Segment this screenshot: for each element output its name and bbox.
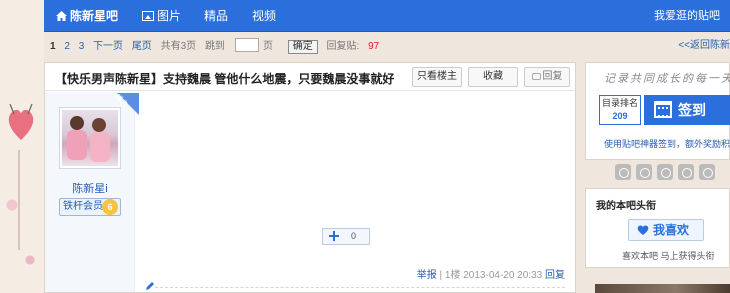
floor-number: 1楼 [444, 270, 461, 281]
reply-link[interactable]: 回复 [545, 270, 565, 281]
like-bar-button[interactable]: 我喜欢 [628, 219, 704, 241]
like-count: 0 [351, 231, 357, 241]
plus-icon [329, 231, 339, 241]
jump-label: 跳到页 [205, 38, 279, 52]
decoration-line [18, 150, 20, 250]
back-to-bar-link[interactable]: <<返回陈新 [678, 38, 730, 54]
reply-count-text: 回复贴: 97 [326, 41, 380, 52]
rank-label: 目录排名 [601, 98, 638, 108]
favorite-button[interactable]: 收藏 [468, 67, 518, 87]
heart-decoration-icon [8, 103, 34, 140]
home-icon [56, 11, 67, 21]
pen-icon [146, 282, 154, 290]
sign-tool-tip-link[interactable]: 使用贴吧神器签到，额外奖励积分 [604, 137, 730, 150]
nav-pictures-link[interactable]: 图片 [142, 0, 181, 32]
sign-in-label: 签到 [678, 102, 706, 118]
sidebar-image-thumbnail[interactable] [595, 284, 730, 293]
tool-icons-row [615, 164, 720, 182]
picture-icon [142, 11, 154, 21]
nav-home-label: 陈新星吧 [70, 9, 119, 23]
member-level-number: 6 [102, 199, 118, 215]
rank-number: 209 [612, 111, 628, 121]
last-page-link[interactable]: 尾页 [132, 41, 152, 52]
page-link-current[interactable]: 1 [50, 41, 56, 52]
post-meta: 举报 | 1楼 2013-04-20 20:33 回复 [416, 270, 565, 281]
nav-pictures-label: 图片 [157, 9, 182, 23]
heart-icon [637, 225, 649, 235]
sign-slogan: 记录共同成长的每一天 [604, 72, 730, 85]
only-louzhu-button[interactable]: 只看楼主 [412, 67, 462, 87]
calendar-icon [654, 101, 672, 118]
right-sidebar: 记录共同成长的每一天 目录排名 209 签到 使用贴吧神器签到，额外奖励积分 我… [585, 62, 730, 293]
member-level-label: 铁杆会员 [63, 201, 103, 212]
thread-title-bar: 【快乐男声陈新星】支持魏晨 管他什么地震，只要魏晨没事就好 只看楼主 收藏 回复 [45, 63, 575, 91]
reply-bubble-icon [531, 73, 541, 80]
author-name-link[interactable]: 陈新星i [45, 180, 135, 196]
nav-featured-link[interactable]: 精品 [204, 0, 228, 32]
reply-button[interactable]: 回复 [524, 67, 570, 87]
post-divider [155, 287, 565, 288]
nav-favorite-bars-link[interactable]: 我爱逛的贴吧 [654, 0, 720, 32]
tool-icon-5[interactable] [699, 164, 715, 180]
avatar [62, 110, 118, 166]
rank-box: 目录排名 209 [599, 95, 641, 125]
tool-icon-2[interactable] [636, 164, 652, 180]
thread-title: 【快乐男声陈新星】支持魏晨 管他什么地震，只要魏晨没事就好 [55, 72, 395, 86]
bar-title-heading: 我的本吧头衔 [596, 201, 656, 212]
post-time: 2013-04-20 20:33 [463, 270, 543, 281]
jump-confirm-button[interactable]: 确定 [287, 40, 318, 54]
nav-home-link[interactable]: 陈新星吧 [56, 0, 118, 32]
nav-video-link[interactable]: 视频 [252, 0, 276, 32]
bar-title-card: 我的本吧头衔 我喜欢 喜欢本吧 马上获得头衔 [585, 188, 730, 268]
thread-panel: 【快乐男声陈新星】支持魏晨 管他什么地震，只要魏晨没事就好 只看楼主 收藏 回复… [44, 62, 576, 293]
page-background-decoration [0, 0, 44, 293]
page-link-2[interactable]: 2 [64, 41, 70, 52]
jump-page-input[interactable] [234, 38, 259, 52]
tool-icon-3[interactable] [657, 164, 673, 180]
avatar-frame[interactable] [59, 107, 121, 169]
bar-title-subtext: 喜欢本吧 马上获得头衔 [622, 251, 715, 261]
total-pages-text: 共有3页 [160, 41, 197, 52]
tool-icon-1[interactable] [615, 164, 631, 180]
next-page-link[interactable]: 下一页 [93, 41, 123, 52]
sign-in-card: 记录共同成长的每一天 目录排名 209 签到 使用贴吧神器签到，额外奖励积分 [585, 62, 730, 160]
author-column: 陈新星i 铁杆会员 6 [45, 92, 135, 292]
report-link[interactable]: 举报 [417, 270, 437, 281]
page-link-3[interactable]: 3 [79, 41, 85, 52]
tool-icon-4[interactable] [678, 164, 694, 180]
like-post-button[interactable]: 0 [322, 228, 370, 245]
reply-count-number: 97 [368, 41, 380, 52]
pagination-bar: 1 2 3 下一页 尾页 共有3页 跳到页 确定 回复贴: 97 [50, 38, 391, 54]
sign-in-button[interactable]: 签到 [644, 95, 730, 125]
top-navigation-bar: 陈新星吧 图片 精品 视频 我爱逛的贴吧 [44, 0, 730, 32]
member-level-badge[interactable]: 铁杆会员 6 [59, 198, 121, 216]
like-bar-label: 我喜欢 [653, 223, 690, 237]
